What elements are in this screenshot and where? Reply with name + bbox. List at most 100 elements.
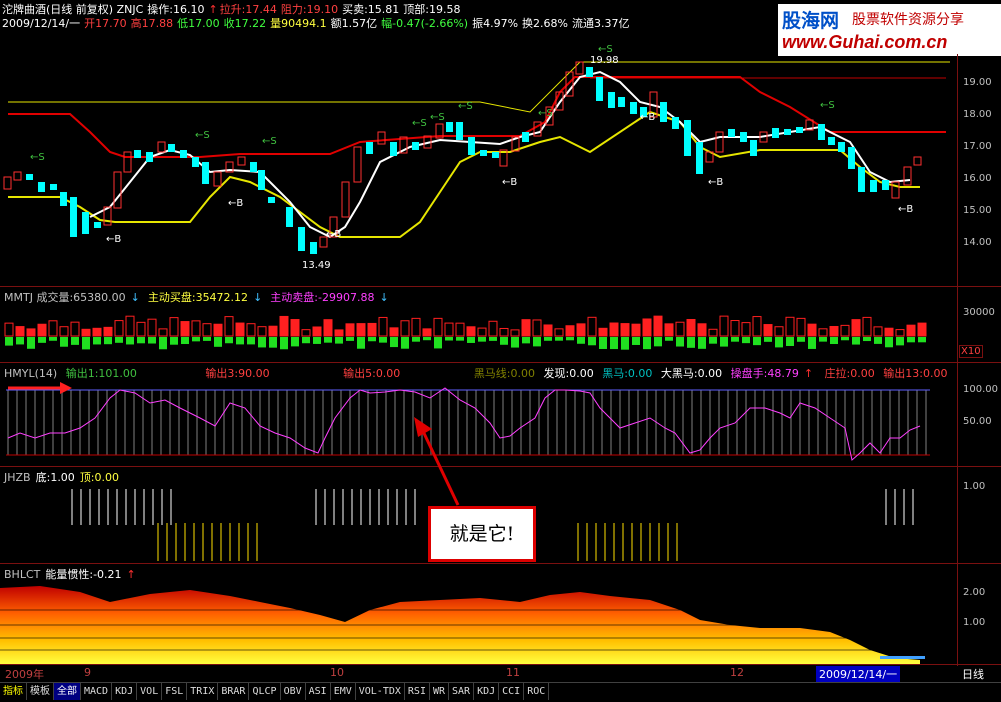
price-tick: 17.00: [963, 141, 992, 152]
volume-bar-up: [433, 317, 443, 337]
mmtj-chart: [4, 315, 927, 350]
quote-change: 幅-0.47(-2.66%): [381, 17, 469, 30]
volume-bar-up: [180, 321, 190, 337]
volume-bar-down: [797, 337, 805, 342]
quote-close: 收17.22: [223, 17, 267, 30]
tab-kdj-2[interactable]: KDJ: [474, 683, 500, 700]
volume-bar-up: [719, 315, 729, 337]
tab-vol[interactable]: VOL: [137, 683, 163, 700]
tab-cci[interactable]: CCI: [499, 683, 525, 700]
tab-fsl[interactable]: FSL: [162, 683, 188, 700]
volume-bar-up: [576, 323, 586, 337]
tab-vol-tdx[interactable]: VOL-TDX: [356, 683, 405, 700]
volume-bar-down: [115, 337, 123, 343]
callout-box: 就是它!: [428, 506, 536, 562]
volume-bar-down: [852, 337, 860, 345]
volume-bar-down: [170, 337, 178, 345]
volume-bar-down: [445, 337, 453, 341]
tab-qlcp[interactable]: QLCP: [249, 683, 281, 700]
hmyl-axis: 100.00 50.00: [957, 363, 1001, 467]
sell-mark: ←S: [412, 118, 427, 129]
volume-bar-up: [378, 316, 388, 337]
divider-2: [0, 362, 1001, 363]
volume-bar-up: [664, 323, 674, 337]
volume-bar-down: [599, 337, 607, 349]
cursor-date: 2009/12/14/一: [816, 666, 901, 682]
tab-macd[interactable]: MACD: [81, 683, 113, 700]
volume-bar-down: [808, 337, 816, 349]
volume-bar-up: [26, 328, 36, 337]
volume-bar-up: [103, 326, 113, 337]
volume-bar-up: [785, 316, 795, 337]
volume-bar-up: [543, 324, 553, 337]
volume-bar-down: [555, 337, 563, 341]
volume-bar-up: [37, 323, 47, 337]
price-tick: 19.00: [963, 77, 992, 88]
mmtj-axis: 30000 X10: [957, 287, 1001, 363]
tab-all[interactable]: 全部: [54, 683, 81, 700]
volume-bar-up: [290, 319, 300, 337]
x-tick: 10: [330, 666, 344, 679]
tab-indicator[interactable]: 指标: [0, 683, 27, 700]
volume-bar-down: [841, 337, 849, 341]
volume-bars: [4, 315, 927, 350]
volume-bar-up: [15, 326, 25, 337]
quote-turnover: 换2.68%: [522, 17, 568, 30]
volume-bar-up: [554, 328, 564, 337]
volume-bar-up: [763, 324, 773, 337]
buy-mark: ←B: [326, 229, 341, 240]
volume-bar-down: [456, 337, 464, 341]
quote-amount: 额1.57亿: [330, 17, 378, 30]
dingbu-value: 顶部:19.58: [403, 3, 461, 16]
volume-bar-up: [323, 319, 333, 337]
volume-bar-up: [125, 315, 135, 337]
volume-bar-up: [444, 322, 454, 337]
volume-bar-up: [598, 327, 608, 337]
sell-mark: ←S: [430, 112, 445, 123]
volume-bar-down: [368, 337, 376, 342]
period-label[interactable]: 日线: [962, 666, 984, 682]
tab-rsi[interactable]: RSI: [405, 683, 430, 700]
hmyl-tick: 100.00: [963, 384, 998, 395]
x-tick: 11: [506, 666, 520, 679]
volume-bar-down: [5, 337, 13, 346]
volume-bar-up: [884, 327, 894, 337]
volume-bar-down: [291, 337, 299, 347]
volume-bar-up: [752, 316, 762, 337]
volume-bar-down: [214, 337, 222, 347]
volume-bar-up: [356, 323, 366, 337]
tab-sar[interactable]: SAR: [449, 683, 475, 700]
volume-bar-down: [324, 337, 332, 343]
price-chart[interactable]: ←S ←S ←S ←S ←S ←S ←S ←S ←S ←B ←B ←B ←B ←…: [0, 32, 957, 286]
volume-bar-down: [500, 337, 508, 345]
volume-bar-down: [632, 337, 640, 345]
volume-bar-down: [181, 337, 189, 345]
tab-kdj[interactable]: KDJ: [112, 683, 138, 700]
volume-bar-down: [489, 337, 497, 341]
volume-bar-up: [829, 325, 839, 337]
tab-trix[interactable]: TRIX: [187, 683, 219, 700]
volume-bar-down: [203, 337, 211, 341]
volume-bar-up: [653, 315, 663, 337]
volume-bar-up: [114, 320, 124, 337]
x-tick: 9: [84, 666, 91, 679]
tab-template[interactable]: 模板: [27, 683, 54, 700]
tab-asi[interactable]: ASI: [306, 683, 331, 700]
zuli-value: 阻力:19.10: [280, 3, 339, 16]
volume-bar-up: [587, 316, 597, 337]
volume-bar-down: [753, 337, 761, 346]
tab-roc[interactable]: ROC: [524, 683, 550, 700]
tab-obv[interactable]: OBV: [281, 683, 306, 700]
volume-bar-up: [796, 317, 806, 337]
tab-wr[interactable]: WR: [430, 683, 450, 700]
tab-brar[interactable]: BRAR: [218, 683, 250, 700]
volume-bar-down: [93, 337, 101, 345]
volume-bar-up: [147, 318, 157, 337]
volume-bar-up: [708, 328, 718, 337]
volume-bar-up: [631, 323, 641, 337]
volume-bar-up: [345, 323, 355, 337]
sell-mark: ←S: [458, 101, 473, 112]
volume-bar-down: [71, 337, 79, 345]
tab-emv[interactable]: EMV: [331, 683, 356, 700]
sell-mark: ←S: [538, 108, 553, 119]
